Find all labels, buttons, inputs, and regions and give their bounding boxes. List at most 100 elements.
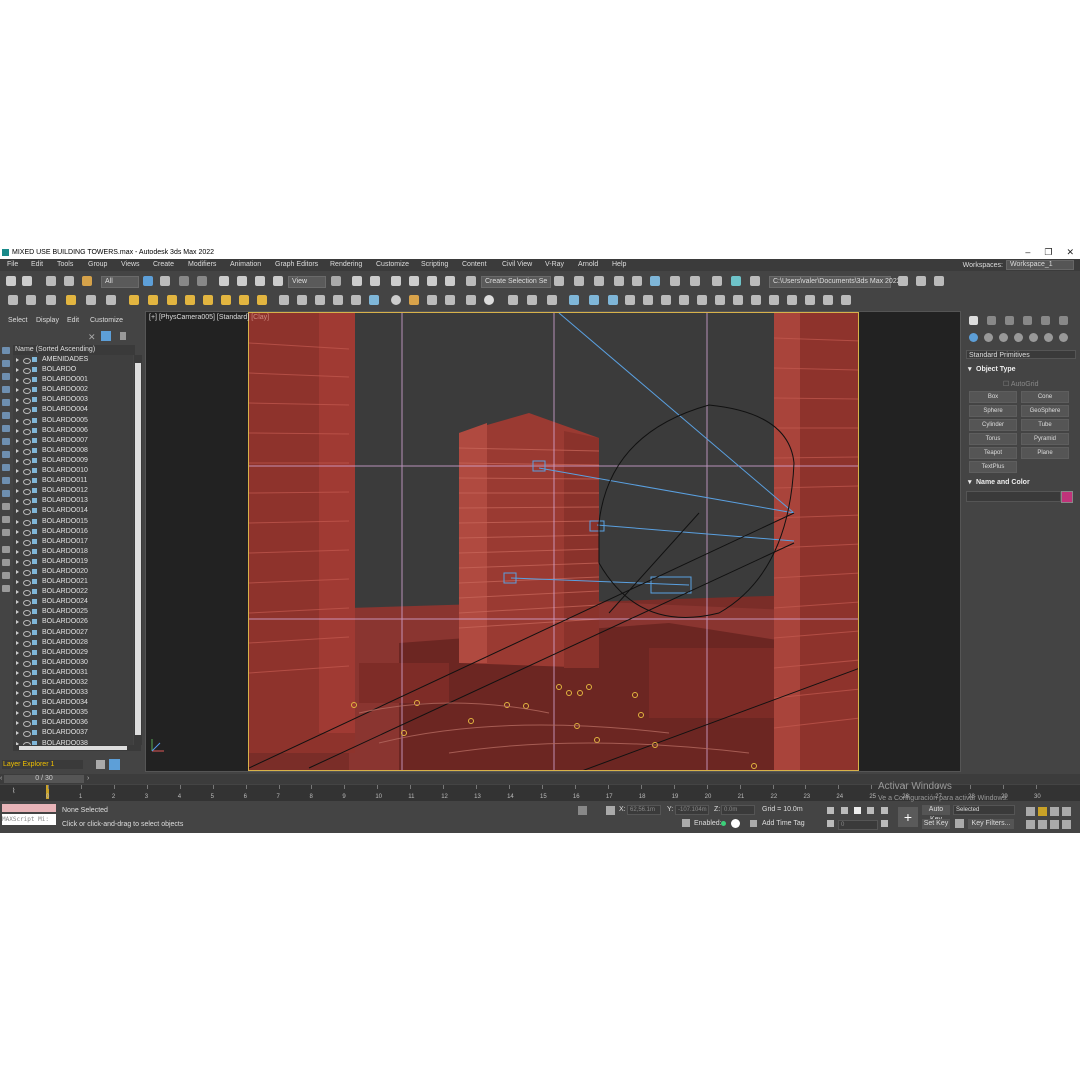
select-object-icon[interactable] [143,276,153,286]
unlink-icon[interactable] [64,276,74,286]
expand-arrow-icon[interactable] [16,670,19,675]
visibility-eye-icon[interactable] [23,731,31,738]
render-icon[interactable] [46,295,56,305]
list-item[interactable]: BOLARDO004 [13,405,133,415]
list-item[interactable]: BOLARDO024 [13,597,133,607]
horizontal-scrollbar[interactable] [13,745,141,751]
display-lights-icon[interactable] [2,373,10,380]
slider-left-arrow[interactable]: ‹ [0,775,2,782]
percent-snap-icon[interactable] [427,276,437,286]
maxscript-listener-pink[interactable] [2,804,56,812]
placement-icon[interactable] [273,276,283,286]
render-in-cloud-icon[interactable] [750,276,760,286]
arnold-material-icon[interactable] [733,295,743,305]
arnold-photometric-icon[interactable] [608,295,618,305]
menu-graph-editors[interactable]: Graph Editors [275,261,318,268]
visibility-eye-icon[interactable] [23,670,31,677]
object-name-input[interactable] [966,491,1061,502]
menu-file[interactable]: File [7,261,18,268]
menu-content[interactable]: Content [462,261,487,268]
list-item[interactable]: BOLARDO035 [13,708,133,718]
visibility-eye-icon[interactable] [23,559,31,566]
current-frame-field[interactable]: 0 [838,820,878,830]
expand-arrow-icon[interactable] [16,630,19,635]
explorer-menu-customize[interactable]: Customize [90,317,123,324]
menu-animation[interactable]: Animation [230,261,261,268]
vertical-scrollbar[interactable] [134,355,142,745]
visibility-eye-icon[interactable] [23,479,31,486]
display-all-icon[interactable] [2,503,10,510]
list-item[interactable]: BOLARDO034 [13,698,133,708]
display-none-icon[interactable] [2,516,10,523]
zoom-all-icon[interactable] [1038,807,1047,816]
list-item[interactable]: BOLARDO016 [13,527,133,537]
list-item[interactable]: BOLARDO028 [13,638,133,648]
list-item[interactable]: BOLARDO027 [13,628,133,638]
next-frame-icon[interactable] [867,807,874,814]
zoom-extents-icon[interactable] [1050,807,1059,816]
cameras-category-icon[interactable] [1014,333,1023,342]
project-folder-icon[interactable] [916,276,926,286]
list-item[interactable]: BOLARDO025 [13,607,133,617]
window-crossing-icon[interactable] [197,276,207,286]
visibility-eye-icon[interactable] [23,711,31,718]
vray-clipper-icon[interactable] [351,295,361,305]
torus-button[interactable]: Torus [969,433,1017,445]
zoom-extents-all-icon[interactable] [1062,807,1071,816]
sphere-light-icon[interactable] [167,295,177,305]
workspace-dropdown[interactable]: Workspace_1 [1006,260,1074,270]
expand-arrow-icon[interactable] [16,398,19,403]
scene-converter-icon[interactable] [466,295,476,305]
layer-icon[interactable] [2,572,10,579]
y-coordinate-field[interactable]: -107.104m [675,805,709,815]
mirror-icon[interactable] [554,276,564,286]
expand-arrow-icon[interactable] [16,610,19,615]
minimize-button[interactable]: – [1025,247,1030,258]
expand-arrow-icon[interactable] [16,489,19,494]
orbit-icon[interactable] [1050,820,1059,829]
sun-icon[interactable] [203,295,213,305]
display-cameras-icon[interactable] [2,386,10,393]
vfb-icon[interactable] [427,295,437,305]
expand-arrow-icon[interactable] [16,731,19,736]
list-item[interactable]: BOLARDO014 [13,506,133,516]
enabled-toggle[interactable] [721,821,726,826]
arnold-volume-icon[interactable] [679,295,689,305]
viewport-label[interactable]: [+] [PhysCamera005] [Standard] [Clay] [149,314,269,321]
list-item[interactable]: BOLARDO005 [13,416,133,426]
list-item[interactable]: BOLARDO002 [13,385,133,395]
set-key-button[interactable]: Set Key [922,819,950,829]
list-item[interactable]: BOLARDO020 [13,567,133,577]
modify-tab-icon[interactable] [987,316,996,325]
mesh-light-icon[interactable] [239,295,249,305]
selection-filter-dropdown[interactable]: All [101,276,139,288]
helpers-category-icon[interactable] [1029,333,1038,342]
column-header[interactable]: Name (Sorted Ascending) [13,345,135,355]
expand-arrow-icon[interactable] [16,418,19,423]
visibility-eye-icon[interactable] [23,529,31,536]
list-item[interactable]: BOLARDO037 [13,728,133,738]
visibility-eye-icon[interactable] [23,489,31,496]
children-icon[interactable] [2,546,10,553]
scale-icon[interactable] [255,276,265,286]
menu-create[interactable]: Create [153,261,174,268]
visibility-eye-icon[interactable] [23,590,31,597]
vray-plane-icon[interactable] [315,295,325,305]
list-item[interactable]: BOLARDO010 [13,466,133,476]
key-filters-button[interactable]: Key Filters... [968,819,1014,829]
sky-icon[interactable] [257,295,267,305]
display-groups-icon[interactable] [2,425,10,432]
key-filter-icon[interactable] [955,819,964,828]
viewport-camera-label[interactable]: [PhysCamera005] [159,314,215,321]
expand-arrow-icon[interactable] [16,580,19,585]
lock-icon[interactable] [120,332,126,340]
menu-tools[interactable]: Tools [57,261,73,268]
teapot-button[interactable]: Teapot [969,447,1017,459]
list-item[interactable]: BOLARDO036 [13,718,133,728]
expand-arrow-icon[interactable] [16,368,19,373]
systems-category-icon[interactable] [1059,333,1068,342]
list-item[interactable]: BOLARDO006 [13,426,133,436]
snaps-toggle-icon[interactable] [391,276,401,286]
open-project-icon[interactable] [898,276,908,286]
expand-arrow-icon[interactable] [16,529,19,534]
